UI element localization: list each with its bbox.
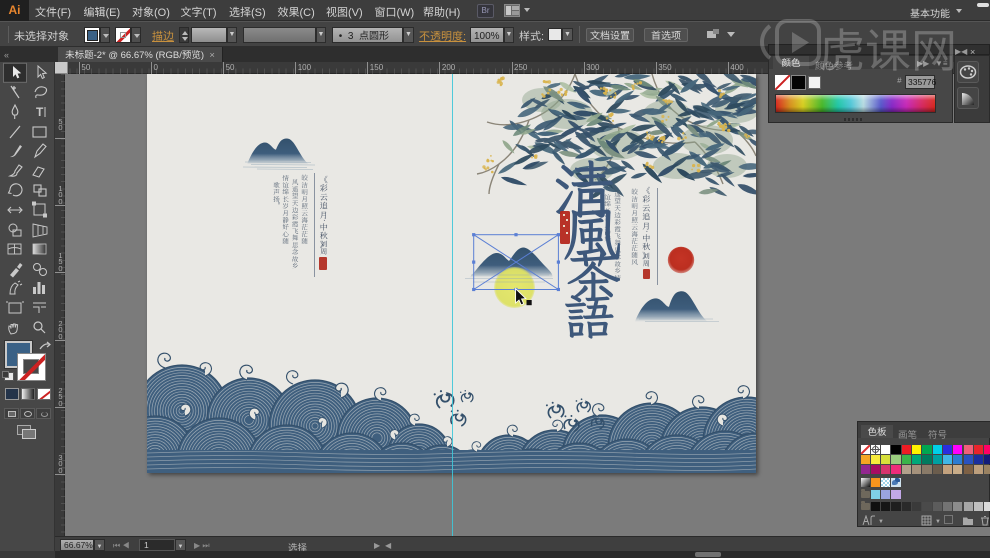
svg-text:T: T: [36, 105, 44, 119]
